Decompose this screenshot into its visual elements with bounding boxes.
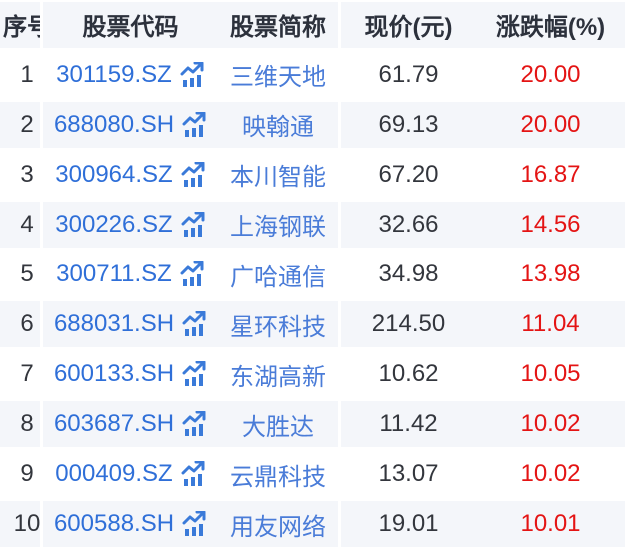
current-price: 19.01 <box>341 499 476 549</box>
current-price: 13.07 <box>341 449 476 499</box>
trend-chart-icon[interactable] <box>181 162 206 188</box>
row-index: 10 <box>0 499 40 549</box>
stock-code-link[interactable]: 300226.SZ <box>55 211 172 239</box>
table-row: 2 688080.SH 映翰通 69.13 20.00 <box>0 100 625 150</box>
stock-code-cell: 600588.SH <box>43 499 218 549</box>
change-percent: 10.01 <box>476 499 625 549</box>
stock-code-link[interactable]: 688031.SH <box>54 310 174 338</box>
header-change: 涨跌幅(%) <box>476 0 625 50</box>
stock-name-link[interactable]: 大胜达 <box>218 399 338 449</box>
header-code: 股票代码 <box>43 0 218 50</box>
stock-code-link[interactable]: 600133.SH <box>54 360 174 388</box>
stock-name-link[interactable]: 东湖高新 <box>218 349 338 399</box>
current-price: 11.42 <box>341 399 476 449</box>
stock-ranking-table: 序号 股票代码 股票简称 现价(元) 涨跌幅(%) 1 301159.SZ 三维… <box>0 0 625 549</box>
change-percent: 20.00 <box>476 100 625 150</box>
stock-code-cell: 603687.SH <box>43 399 218 449</box>
row-index: 8 <box>0 399 40 449</box>
stock-code-cell: 301159.SZ <box>43 50 218 100</box>
table-row: 7 600133.SH 东湖高新 10.62 10.05 <box>0 349 625 399</box>
table-row: 10 600588.SH 用友网络 19.01 10.01 <box>0 499 625 549</box>
trend-chart-icon[interactable] <box>182 112 207 138</box>
row-index: 6 <box>0 299 40 349</box>
current-price: 67.20 <box>341 150 476 200</box>
stock-name-link[interactable]: 星环科技 <box>218 299 338 349</box>
current-price: 10.62 <box>341 349 476 399</box>
change-percent: 10.02 <box>476 399 625 449</box>
change-percent: 13.98 <box>476 250 625 300</box>
table-row: 4 300226.SZ 上海钢联 32.66 14.56 <box>0 200 625 250</box>
trend-chart-icon[interactable] <box>181 212 206 238</box>
row-index: 1 <box>0 50 40 100</box>
change-percent: 16.87 <box>476 150 625 200</box>
change-percent: 10.05 <box>476 349 625 399</box>
trend-chart-icon[interactable] <box>180 261 205 287</box>
current-price: 32.66 <box>341 200 476 250</box>
current-price: 61.79 <box>341 50 476 100</box>
stock-code-link[interactable]: 300964.SZ <box>55 161 172 189</box>
stock-name-link[interactable]: 广哈通信 <box>218 250 338 300</box>
stock-code-cell: 300711.SZ <box>43 250 218 300</box>
row-index: 3 <box>0 150 40 200</box>
trend-chart-icon[interactable] <box>182 511 207 537</box>
stock-name-link[interactable]: 上海钢联 <box>218 200 338 250</box>
trend-chart-icon[interactable] <box>182 361 207 387</box>
stock-code-link[interactable]: 688080.SH <box>54 111 174 139</box>
trend-chart-icon[interactable] <box>182 411 207 437</box>
stock-code-cell: 688080.SH <box>43 100 218 150</box>
trend-chart-icon[interactable] <box>180 62 205 88</box>
table-row: 5 300711.SZ 广哈通信 34.98 13.98 <box>0 250 625 300</box>
header-name: 股票简称 <box>218 0 338 50</box>
stock-code-link[interactable]: 000409.SZ <box>55 460 172 488</box>
row-index: 2 <box>0 100 40 150</box>
stock-code-link[interactable]: 600588.SH <box>54 510 174 538</box>
stock-code-cell: 688031.SH <box>43 299 218 349</box>
stock-code-cell: 000409.SZ <box>43 449 218 499</box>
current-price: 214.50 <box>341 299 476 349</box>
current-price: 34.98 <box>341 250 476 300</box>
change-percent: 20.00 <box>476 50 625 100</box>
change-percent: 11.04 <box>476 299 625 349</box>
stock-name-link[interactable]: 云鼎科技 <box>218 449 338 499</box>
table-row: 6 688031.SH 星环科技 214.50 11.04 <box>0 299 625 349</box>
row-index: 9 <box>0 449 40 499</box>
current-price: 69.13 <box>341 100 476 150</box>
row-index: 5 <box>0 250 40 300</box>
header-price: 现价(元) <box>341 0 476 50</box>
stock-code-link[interactable]: 300711.SZ <box>56 260 172 288</box>
table-row: 1 301159.SZ 三维天地 61.79 20.00 <box>0 50 625 100</box>
stock-name-link[interactable]: 用友网络 <box>218 499 338 549</box>
stock-code-cell: 300964.SZ <box>43 150 218 200</box>
stock-code-link[interactable]: 301159.SZ <box>56 61 172 89</box>
stock-code-cell: 300226.SZ <box>43 200 218 250</box>
table-header-row: 序号 股票代码 股票简称 现价(元) 涨跌幅(%) <box>0 0 625 50</box>
row-index: 7 <box>0 349 40 399</box>
header-index: 序号 <box>0 0 40 50</box>
table-row: 8 603687.SH 大胜达 11.42 10.02 <box>0 399 625 449</box>
table-row: 3 300964.SZ 本川智能 67.20 16.87 <box>0 150 625 200</box>
stock-code-cell: 600133.SH <box>43 349 218 399</box>
trend-chart-icon[interactable] <box>182 311 207 337</box>
table-row: 9 000409.SZ 云鼎科技 13.07 10.02 <box>0 449 625 499</box>
stock-name-link[interactable]: 映翰通 <box>218 100 338 150</box>
stock-name-link[interactable]: 三维天地 <box>218 50 338 100</box>
stock-name-link[interactable]: 本川智能 <box>218 150 338 200</box>
change-percent: 10.02 <box>476 449 625 499</box>
trend-chart-icon[interactable] <box>181 461 206 487</box>
change-percent: 14.56 <box>476 200 625 250</box>
row-index: 4 <box>0 200 40 250</box>
stock-code-link[interactable]: 603687.SH <box>54 410 174 438</box>
